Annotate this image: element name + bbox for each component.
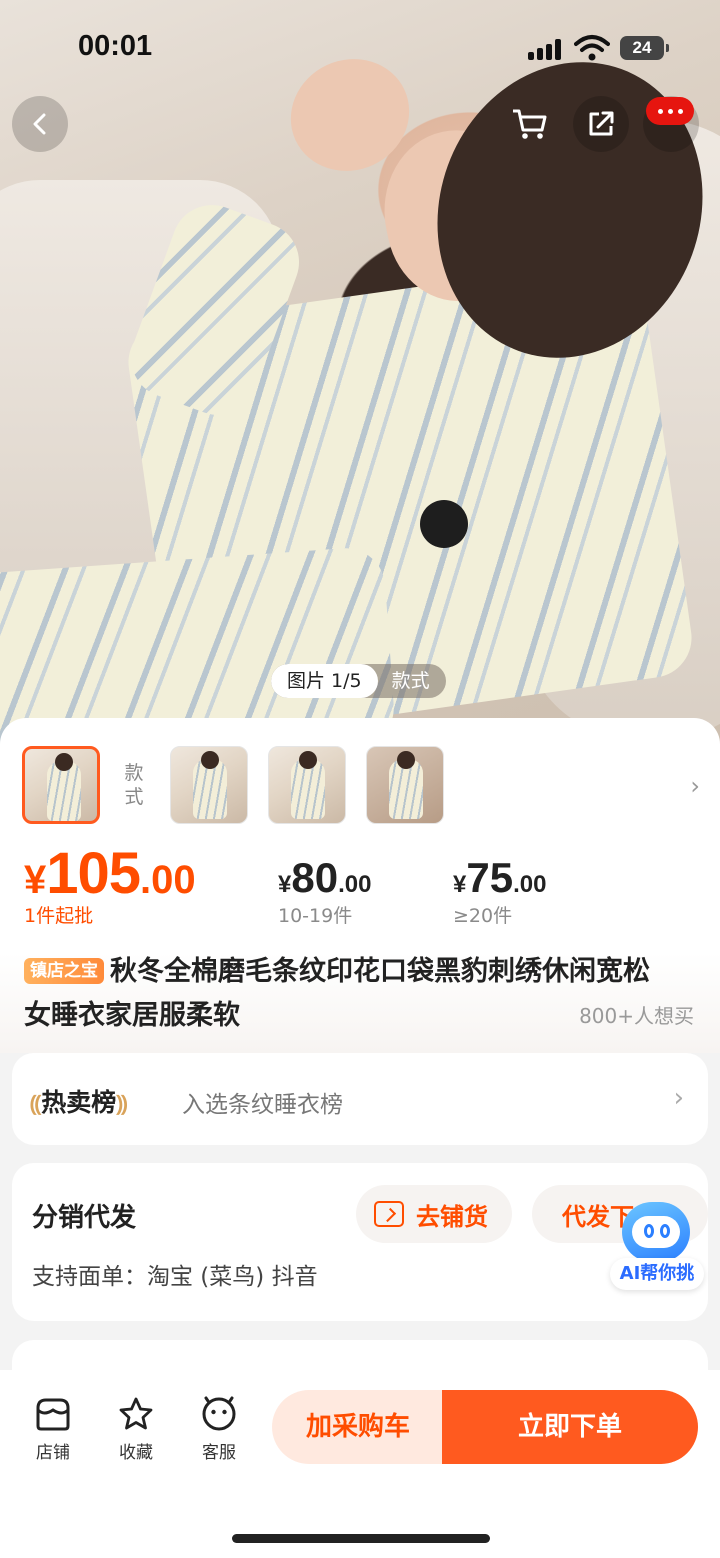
cart-button[interactable] — [502, 96, 558, 152]
hero-cat-embroidery — [420, 500, 468, 548]
thumbnail-3[interactable] — [268, 746, 346, 824]
want-count: 800+人想买 — [579, 1004, 694, 1028]
thumbnail-1[interactable] — [22, 746, 100, 824]
folder-arrow-icon — [374, 1201, 404, 1227]
wifi-icon — [574, 35, 610, 61]
buy-now-button[interactable]: 立即下单 — [442, 1390, 698, 1464]
store-stock-button[interactable]: 去铺货 — [356, 1185, 512, 1243]
style-label: 款式 — [124, 762, 144, 808]
tier-range-2: ≥20件 — [453, 905, 513, 927]
share-button[interactable] — [573, 96, 629, 152]
battery-icon: 24 — [620, 36, 669, 60]
home-indicator[interactable] — [232, 1534, 490, 1543]
tier-price-2: ¥75.00 — [453, 854, 547, 901]
chevron-right-icon[interactable]: › — [690, 772, 700, 800]
laurel-icon: ⸩ — [116, 1092, 128, 1117]
chevron-right-icon: › — [673, 1083, 684, 1113]
status-time: 00:01 — [78, 30, 153, 62]
distribution-card: 分销代发 去铺货 代发下 支持面单：淘宝 (菜鸟) 抖音 — [12, 1163, 708, 1321]
cart-icon — [513, 109, 547, 139]
hot-list-text: 入选条纹睡衣榜 — [182, 1092, 343, 1118]
ai-helper-button[interactable]: AI帮你挑 — [608, 1198, 704, 1294]
star-icon — [119, 1397, 153, 1430]
tier-price-1: ¥80.00 — [278, 854, 372, 901]
add-to-cart-button[interactable]: 加采购车 — [272, 1390, 444, 1464]
product-info-card: 款式 › ¥105.00 1件起批 ¥80.00 10-19件 ¥75.00 ≥… — [0, 718, 720, 1053]
store-icon — [36, 1398, 70, 1431]
thumbnail-4[interactable] — [366, 746, 444, 824]
back-button[interactable] — [12, 96, 68, 152]
style-thumbnails: 款式 › — [22, 746, 702, 824]
distribution-title: 分销代发 — [32, 1203, 137, 1233]
store-treasure-badge: 镇店之宝 — [24, 958, 104, 984]
thumbnail-2[interactable] — [170, 746, 248, 824]
back-icon — [33, 113, 46, 135]
favorite-button[interactable]: 收藏 — [106, 1394, 166, 1463]
tier-range-1: 10-19件 — [278, 905, 353, 927]
supported-platforms: 支持面单：淘宝 (菜鸟) 抖音 — [32, 1264, 318, 1290]
ai-helper-label: AI帮你挑 — [610, 1258, 704, 1290]
cellular-signal-icon — [528, 38, 562, 60]
chat-face-icon — [202, 1396, 236, 1431]
tab-images[interactable]: 图片 1/5 — [271, 664, 378, 698]
image-tab-switcher[interactable]: 图片 1/5 款式 — [271, 664, 446, 698]
product-hero-image[interactable]: 00:01 24 图片 1/5 款式 — [0, 0, 720, 745]
hot-list-tag: ⸨热卖榜⸩ — [30, 1088, 128, 1117]
ai-bot-icon — [622, 1202, 690, 1262]
min-order-note: 1件起批 — [24, 905, 94, 927]
product-title: 镇店之宝 秋冬全棉磨毛条纹印花口袋黑豹刺绣休闲宽松女睡衣家居服柔软 — [24, 950, 674, 1038]
hero-pajama-shape — [0, 545, 397, 745]
tab-styles[interactable]: 款式 — [378, 664, 446, 698]
shop-button[interactable]: 店铺 — [23, 1394, 83, 1463]
product-title-text: 秋冬全棉磨毛条纹印花口袋黑豹刺绣休闲宽松女睡衣家居服柔软 — [24, 956, 650, 1031]
share-icon — [589, 111, 614, 136]
laurel-icon: ⸨ — [30, 1092, 42, 1117]
hot-list-card[interactable]: ⸨热卖榜⸩ 入选条纹睡衣榜 › — [12, 1053, 708, 1145]
status-bar: 00:01 24 — [0, 28, 720, 68]
service-button[interactable]: 客服 — [189, 1394, 249, 1463]
more-icon[interactable] — [646, 97, 694, 125]
bottom-action-bar: 店铺 收藏 客服 加采购车 立即下单 — [0, 1370, 720, 1558]
main-price: ¥105.00 — [24, 841, 196, 906]
